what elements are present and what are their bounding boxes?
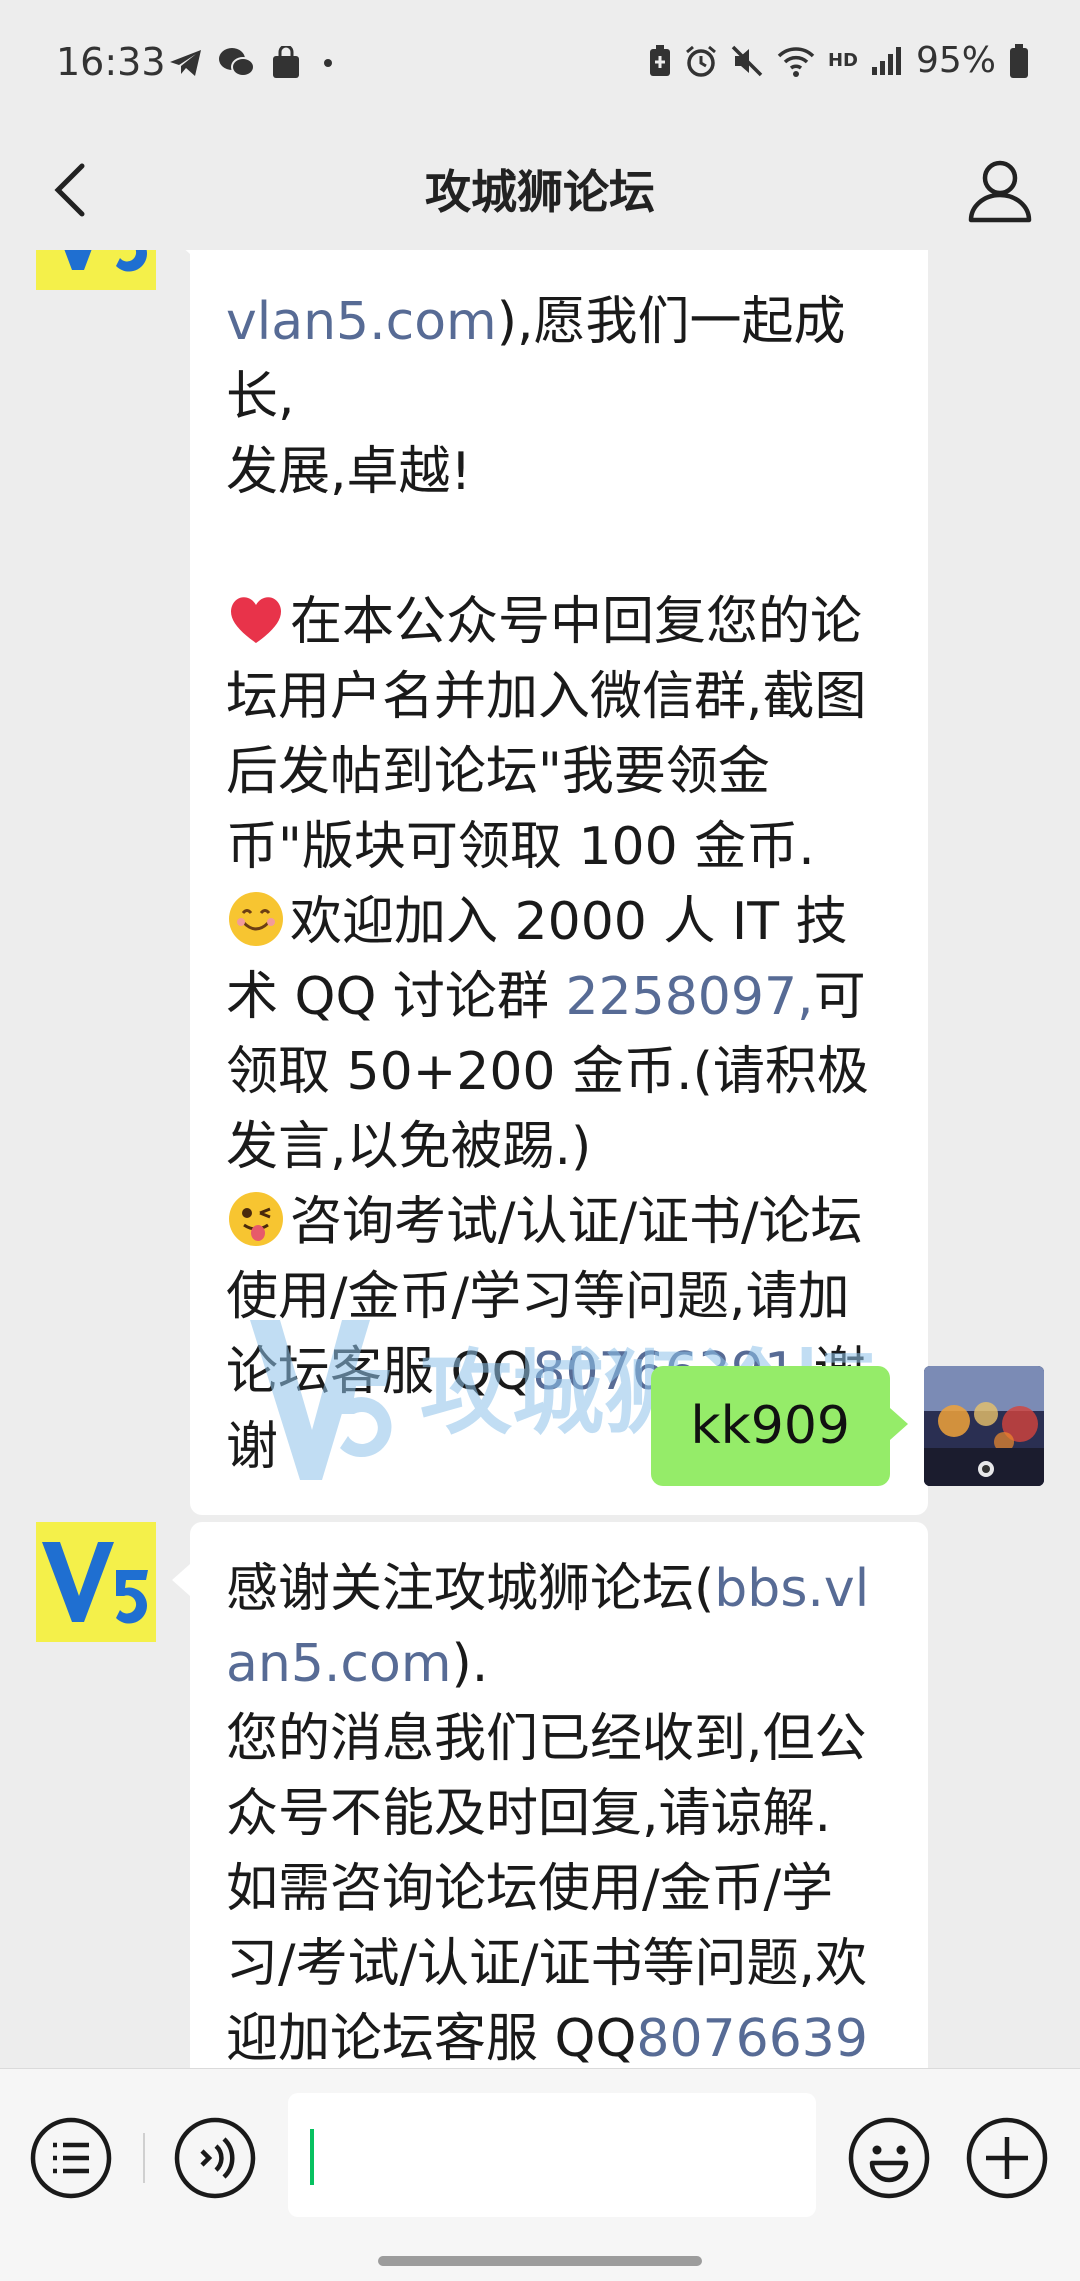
night-street-photo [924, 1366, 1044, 1486]
status-bar: 16:33 HD 95% [0, 0, 1080, 130]
voice-button[interactable] [172, 2115, 258, 2201]
message-input[interactable] [288, 2093, 816, 2217]
emoji-button[interactable] [846, 2115, 932, 2201]
message-text [226, 250, 892, 285]
message-text: 欢迎加入 2000 人 IT 技术 QQ 讨论群 2258097,可领取 50+… [226, 885, 892, 1185]
hd-icon: HD [827, 50, 858, 71]
user-avatar[interactable] [924, 1366, 1044, 1486]
v5-logo-icon [36, 250, 156, 290]
profile-button[interactable] [964, 154, 1036, 226]
wifi-icon [777, 46, 815, 77]
battery-percent: 95% [915, 40, 996, 81]
link-text[interactable]: vlan5.com [226, 292, 497, 352]
divider [143, 2133, 145, 2183]
voice-icon [174, 2117, 256, 2199]
notification-icons [168, 46, 332, 80]
signal-icon [871, 46, 901, 75]
bubble-tail [172, 1564, 190, 1596]
official-account-avatar[interactable] [36, 1522, 156, 1642]
plus-button[interactable] [964, 2115, 1050, 2201]
battery-icon [1010, 43, 1028, 78]
message-text: 发展,卓越! [226, 442, 472, 502]
message-text: 您的消息我们已经收到,但公众号不能及时回复,请谅解. [226, 1709, 867, 1844]
message-text: 如需咨询论坛使用/金币/学习/考试/认证/证书等问题,欢迎加论坛客服 QQ807… [226, 1852, 892, 2068]
chat-area[interactable]: vlan5.com),愿我们一起成长, 发展,卓越! 在本公众号中回复您的论坛用… [0, 250, 1080, 2068]
message-text: kk909 [690, 1396, 850, 1456]
page-title: 攻城狮论坛 [425, 165, 655, 219]
official-account-avatar[interactable] [36, 250, 156, 290]
message-spacer [226, 510, 892, 585]
wechat-icon [219, 48, 255, 77]
message-bubble-outgoing[interactable]: kk909 [650, 1366, 908, 1486]
text-cursor [310, 2129, 314, 2185]
message-text: 在本公众号中回复您的论坛用户名并加入微信群,截图后发帖到论坛"我要领金币"版块可… [226, 585, 892, 885]
plus-icon [966, 2117, 1048, 2199]
nav-bar: 攻城狮论坛 [0, 130, 1080, 250]
v5-logo-icon [36, 1522, 156, 1642]
telegram-icon [170, 50, 201, 76]
mute-icon [731, 45, 763, 76]
person-icon [968, 160, 1032, 223]
message-bubble-incoming[interactable]: 感谢关注攻城狮论坛(bbs.vlan5.com). 您的消息我们已经收到,但公众… [172, 1522, 928, 2068]
emoji-icon [848, 2117, 930, 2199]
message-text: 感谢关注攻城狮论坛(bbs.vlan5.com). [226, 1559, 870, 1694]
menu-button[interactable] [28, 2115, 114, 2201]
bag-icon [273, 46, 299, 78]
bubble-tail [890, 1408, 908, 1440]
system-icons: HD 95% [648, 40, 1030, 81]
message-text: vlan5.com),愿我们一起成长, [226, 292, 846, 427]
message-bubble-incoming[interactable]: vlan5.com),愿我们一起成长, 发展,卓越! 在本公众号中回复您的论坛用… [172, 250, 928, 1515]
battery-saver-icon [649, 44, 670, 76]
home-indicator[interactable] [378, 2256, 702, 2266]
bubble-tail [172, 250, 190, 254]
link-text[interactable]: 2258097, [565, 967, 813, 1027]
winking-tongue-face-icon [229, 1192, 283, 1246]
dot-icon [324, 59, 332, 67]
red-heart-icon [231, 597, 281, 643]
input-bar [0, 2068, 1080, 2281]
smiling-face-icon [229, 892, 283, 946]
alarm-icon [686, 45, 716, 77]
menu-list-icon [30, 2117, 112, 2199]
status-time: 16:33 [56, 40, 166, 84]
